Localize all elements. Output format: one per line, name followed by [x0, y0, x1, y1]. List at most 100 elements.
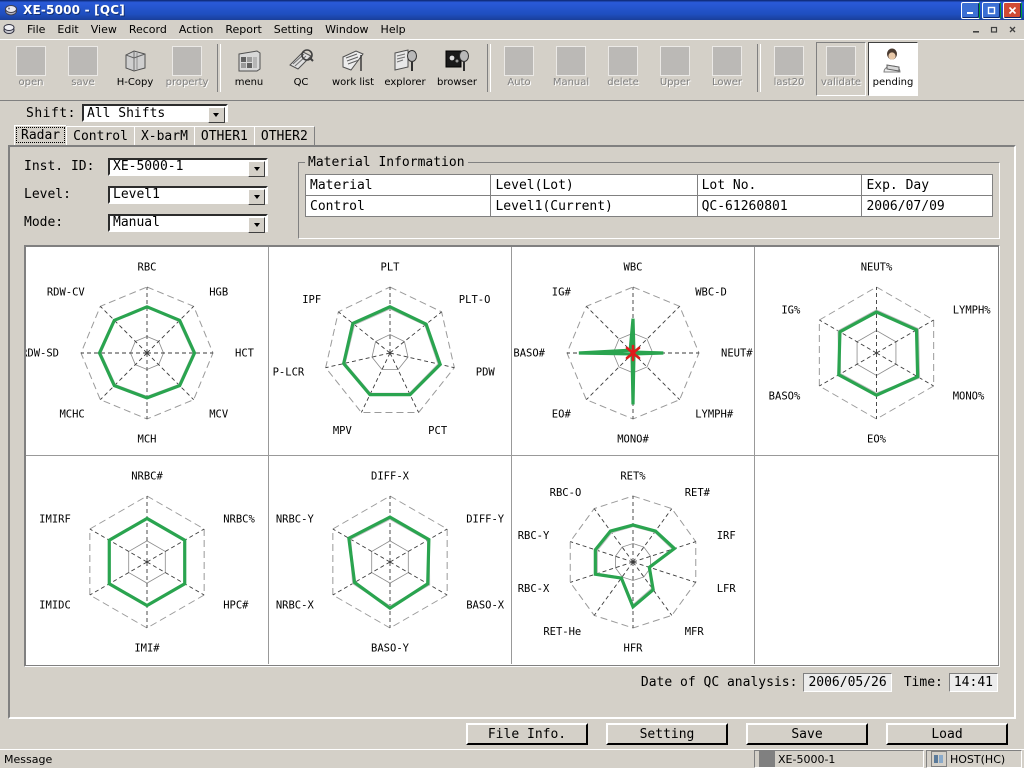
menu-item-file[interactable]: File — [21, 22, 51, 37]
toolbar-button-last20[interactable]: last20 — [764, 42, 814, 96]
chevron-down-icon[interactable] — [248, 160, 265, 177]
col-material: Material — [304, 174, 492, 196]
chevron-down-icon[interactable] — [248, 216, 265, 233]
radar-axis-label: RBC-Y — [518, 530, 550, 542]
radar-axis-label: RET% — [620, 471, 646, 483]
radar-axis-label: PLT-O — [459, 294, 491, 306]
tab-radar[interactable]: Radar — [14, 125, 68, 145]
radar-axis-label: HCT — [235, 348, 255, 360]
toolbar-button-auto[interactable]: Auto — [494, 42, 544, 96]
instrument-indicator-icon — [759, 751, 775, 767]
radar-axis-label: IMI# — [134, 643, 160, 655]
last20-icon — [774, 46, 804, 76]
menu-item-setting[interactable]: Setting — [268, 22, 319, 37]
toolbar-label: H-Copy — [116, 77, 154, 88]
status-message: Message — [4, 752, 53, 766]
radar-axis-label: LYMPH% — [953, 305, 992, 317]
inst-id-select[interactable]: XE-5000-1 — [108, 157, 268, 177]
toolbar-button-qc[interactable]: QC — [276, 42, 326, 96]
radar-chart-rbc: RBC HGB HCT MCV MCH MCHC RDW-SD RDW-CV — [26, 247, 269, 456]
minimize-button[interactable] — [961, 1, 980, 19]
radar-axis-label: MONO# — [617, 434, 649, 446]
status-host-label: HOST(HC) — [950, 752, 1006, 766]
toolbar-button-hcopy[interactable]: H-Copy — [110, 42, 160, 96]
radar-axis-label: MONO% — [953, 391, 985, 403]
radar-axis-label: LYMPH# — [695, 408, 734, 420]
toolbar-button-browser[interactable]: browser — [432, 42, 482, 96]
mdi-close-button[interactable] — [1004, 21, 1021, 37]
maximize-button[interactable] — [982, 1, 1001, 19]
radar-axis-label: EO% — [867, 434, 887, 446]
radar-axis-label: HPC# — [223, 600, 249, 612]
menu-item-view[interactable]: View — [85, 22, 123, 37]
shift-label: Shift: — [26, 105, 76, 121]
menu-item-action[interactable]: Action — [173, 22, 219, 37]
toolbar-button-upper[interactable]: Upper — [650, 42, 700, 96]
delete-icon — [608, 46, 638, 76]
toolbar-button-open[interactable]: open — [6, 42, 56, 96]
toolbar-label: menu — [234, 77, 264, 88]
close-button[interactable] — [1003, 1, 1022, 19]
tab-other1[interactable]: OTHER1 — [193, 126, 255, 145]
tab-other2[interactable]: OTHER2 — [253, 126, 315, 145]
radar-axis-label: RBC-O — [550, 487, 582, 499]
tab-control[interactable]: Control — [66, 126, 135, 145]
toolbar-button-property[interactable]: property — [162, 42, 212, 96]
radar-axis-label: RBC — [138, 262, 157, 274]
toolbar-separator — [217, 44, 221, 92]
save-button[interactable]: Save — [746, 723, 868, 745]
tab-xbarm[interactable]: X-barM — [133, 126, 195, 145]
mdi-restore-button[interactable] — [986, 21, 1003, 37]
radar-axis-label: MCH — [138, 434, 157, 446]
status-host: HOST(HC) — [926, 750, 1022, 768]
menu-item-help[interactable]: Help — [375, 22, 412, 37]
date-value: 2006/05/26 — [803, 673, 892, 692]
radar-axis-label: P-LCR — [273, 367, 305, 379]
setting-button[interactable]: Setting — [606, 723, 728, 745]
menu-item-edit[interactable]: Edit — [51, 22, 84, 37]
toolbar-button-delete[interactable]: delete — [598, 42, 648, 96]
toolbar-button-lower[interactable]: Lower — [702, 42, 752, 96]
toolbar-button-work-list[interactable]: work list — [328, 42, 378, 96]
inst-id-row: Inst. ID: XE-5000-1 — [24, 155, 298, 178]
menu-item-window[interactable]: Window — [319, 22, 374, 37]
toolbar-label: save — [71, 77, 95, 88]
shift-select[interactable]: All Shifts — [81, 104, 228, 123]
menu-item-record[interactable]: Record — [123, 22, 173, 37]
toolbar-button-menu[interactable]: menu — [224, 42, 274, 96]
menu-item-report[interactable]: Report — [219, 22, 267, 37]
pending-person-icon — [878, 46, 908, 76]
mdi-minimize-button[interactable] — [968, 21, 985, 37]
level-select[interactable]: Level1 — [108, 185, 268, 205]
time-label: Time: — [903, 675, 943, 690]
radar-axis-label: NRBC-X — [276, 600, 315, 612]
toolbar-label: delete — [607, 77, 639, 88]
menu-bar: File Edit View Record Action Report Sett… — [0, 20, 1024, 39]
chevron-down-icon[interactable] — [207, 107, 225, 123]
toolbar-label: open — [18, 77, 44, 88]
toolbar: open save H-Copy property menu QC work l… — [0, 39, 1024, 101]
file-info-button[interactable]: File Info. — [466, 723, 588, 745]
validate-icon — [826, 46, 856, 76]
toolbar-button-pending[interactable]: pending — [868, 42, 918, 96]
app-icon — [3, 2, 19, 18]
mode-select[interactable]: Manual — [108, 213, 268, 233]
col-level-lot: Level(Lot) — [490, 174, 698, 196]
explorer-icon — [390, 46, 420, 76]
qc-filter-fields: Inst. ID: XE-5000-1 Level: Level1 Mode: — [10, 155, 298, 239]
radar-chart-neut_pct: NEUT% LYMPH% MONO% EO% BASO% IG% — [755, 247, 998, 456]
toolbar-button-save[interactable]: save — [58, 42, 108, 96]
radar-axis-label: IG% — [781, 305, 801, 317]
toolbar-button-manual[interactable]: Manual — [546, 42, 596, 96]
radar-axis-label: RBC-X — [518, 583, 550, 595]
radar-axis-label: DIFF-Y — [466, 514, 505, 526]
chevron-down-icon[interactable] — [248, 188, 265, 205]
inst-id-label: Inst. ID: — [24, 159, 95, 174]
radar-chart-grid: RBCHGBHCTMCVMCHMCHCRDW-SDRDW-CVPLTPLT-OP… — [24, 245, 1000, 667]
toolbar-button-validate[interactable]: validate — [816, 42, 866, 96]
qc-icon — [286, 46, 316, 76]
toolbar-label: Upper — [659, 77, 691, 88]
hardcopy-icon — [120, 46, 150, 76]
toolbar-button-explorer[interactable]: explorer — [380, 42, 430, 96]
load-button[interactable]: Load — [886, 723, 1008, 745]
